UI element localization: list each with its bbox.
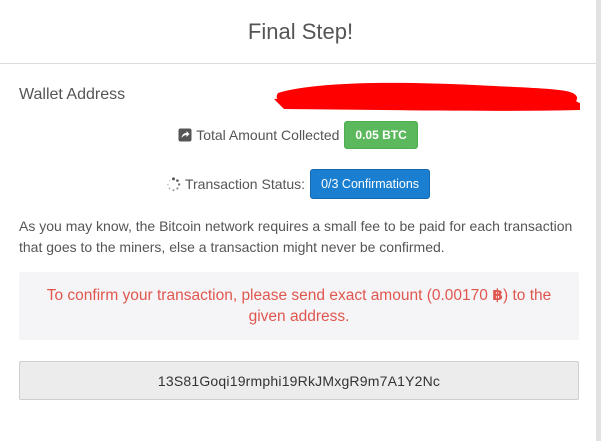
external-share-icon	[178, 128, 192, 142]
payment-instruction-alert: To confirm your transaction, please send…	[19, 272, 579, 340]
bitcoin-symbol: ฿	[492, 287, 503, 304]
scrollbar-edge	[596, 0, 601, 441]
spinner-icon	[166, 176, 181, 192]
wallet-address-label: Wallet Address	[19, 86, 126, 103]
transaction-status-label: Transaction Status:	[184, 176, 306, 192]
total-amount-label: Total Amount Collected	[196, 127, 340, 143]
instruction-before: To confirm your transaction, please send…	[46, 287, 493, 304]
payment-instruction-text: To confirm your transaction, please send…	[37, 285, 561, 327]
confirmations-badge: 0/3 Confirmations	[310, 169, 431, 199]
amount-badge: 0.05 BTC	[344, 121, 418, 149]
bitcoin-address-field[interactable]: 13S81Goqi19rmphi19RkJMxgR9m7A1Y2Nc	[19, 361, 579, 400]
page-title: Final Step!	[247, 18, 354, 44]
transaction-status-row: Transaction Status: 0/3 Confirmations	[0, 169, 596, 199]
modal-header: Final Step!	[0, 0, 601, 64]
fee-info-text: As you may know, the Bitcoin network req…	[19, 218, 573, 255]
redaction-mark	[274, 82, 580, 111]
total-amount-row: Total Amount Collected 0.05 BTC	[0, 121, 596, 149]
